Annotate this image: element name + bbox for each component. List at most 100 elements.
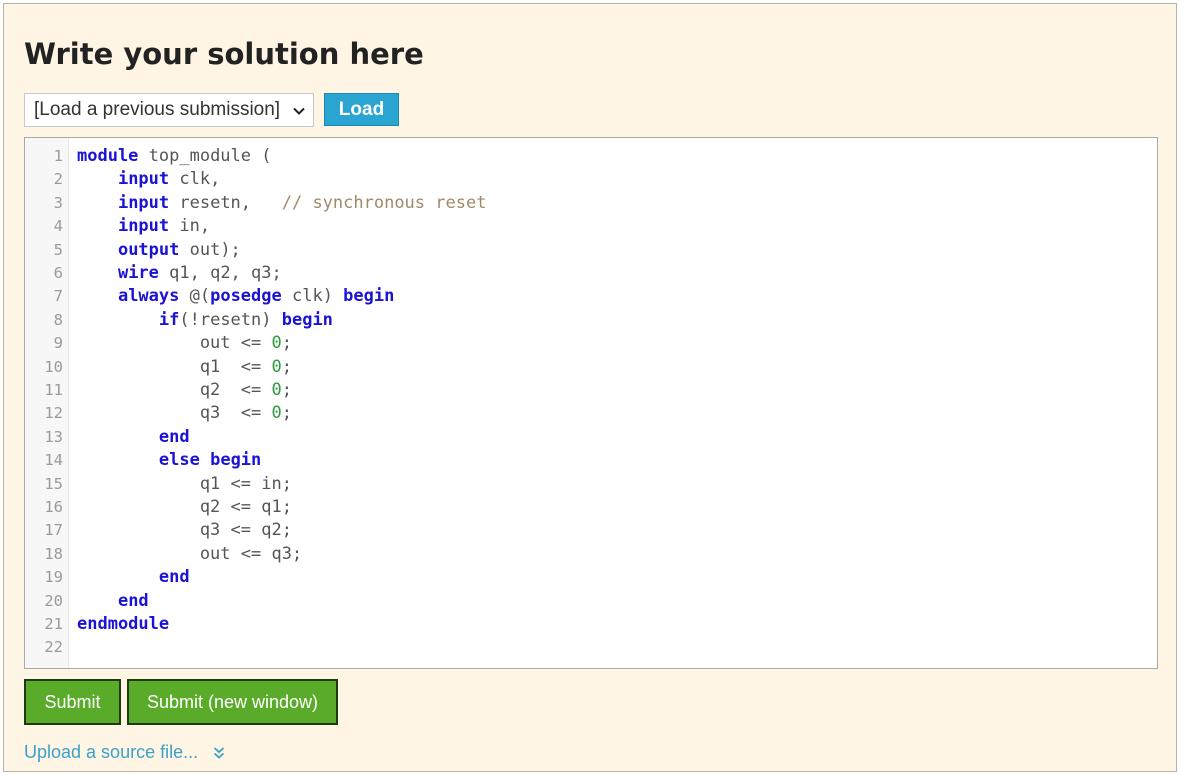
code-token: 0 [271, 333, 282, 354]
line-number: 14 [44, 451, 63, 470]
previous-submission-select-value: [Load a previous submission] [34, 99, 281, 120]
code-token: q1 <= [77, 356, 272, 377]
code-line: q3 <= q2; [77, 519, 292, 542]
code-line: out <= q3; [77, 543, 302, 566]
line-number: 17 [44, 521, 63, 540]
code-token: always [117, 286, 180, 307]
previous-submission-select[interactable]: [Load a previous submission] [24, 93, 314, 127]
line-number: 9 [53, 334, 63, 353]
line-number: 16 [44, 498, 63, 516]
code-line: input resetn, // synchronous reset [77, 192, 486, 215]
code-token: else [158, 450, 200, 471]
code-token: in, [169, 216, 211, 237]
load-button[interactable]: Load [324, 93, 399, 126]
line-number: 12 [44, 404, 63, 423]
code-line: end [77, 590, 149, 613]
code-token: top_module ( [138, 146, 272, 166]
code-token: q1 <= in; [77, 473, 292, 494]
code-token: q3 <= [77, 403, 272, 424]
code-line: output out); [77, 239, 241, 262]
line-number: 8 [53, 310, 63, 329]
solution-panel: Write your solution here [Load a previou… [3, 3, 1177, 772]
chevron-down-icon [293, 107, 305, 115]
code-token: input [117, 169, 170, 190]
code-line: always @(posedge clk) begin [77, 285, 394, 308]
code-line: q1 <= in; [77, 473, 292, 496]
code-token: ; [281, 403, 292, 424]
code-token: q3 <= q2; [77, 520, 292, 541]
code-token: module [77, 146, 139, 166]
code-line: out <= 0; [77, 332, 292, 355]
code-token: endmodule [77, 614, 170, 634]
line-number: 7 [53, 287, 63, 306]
code-token: clk) [281, 286, 344, 307]
code-token: 0 [271, 403, 282, 424]
line-number: 18 [44, 544, 63, 563]
submit-new-window-button[interactable]: Submit (new window) [127, 679, 338, 725]
code-token: q1, q2, q3; [158, 263, 282, 283]
code-line: module top_module ( [77, 145, 271, 168]
submit-button[interactable]: Submit [24, 679, 121, 725]
line-number-gutter: 1 2 3 4 5 6 7 8 9 10 11 12 13 14 15 16 17 18 19 20 21 22 [25, 138, 69, 668]
code-line: q2 <= q1; [77, 496, 292, 519]
code-token: out <= q3; [77, 543, 303, 564]
code-token: ; [281, 333, 292, 354]
line-number: 1 [53, 147, 63, 165]
code-token: resetn, [169, 192, 282, 213]
line-number: 20 [44, 591, 63, 610]
code-token: end [158, 567, 190, 588]
code-token: posedge [210, 286, 282, 307]
code-token: input [117, 216, 170, 237]
line-number: 2 [53, 170, 63, 189]
code-area[interactable]: module top_module ( input clk, input res… [77, 138, 1157, 668]
code-token: begin [343, 286, 395, 307]
line-number: 13 [44, 427, 63, 446]
code-line: end [77, 426, 190, 449]
page-title: Write your solution here [24, 37, 424, 71]
code-token: q2 <= [77, 380, 272, 400]
code-line: end [77, 566, 190, 589]
code-token: end [158, 426, 190, 447]
line-number: 6 [53, 264, 63, 282]
code-line: input in, [77, 215, 210, 238]
line-number: 11 [44, 381, 63, 399]
line-number: 5 [53, 240, 63, 259]
code-token: (!resetn) [179, 309, 282, 330]
code-line: input clk, [77, 168, 220, 191]
code-line: endmodule [77, 613, 169, 636]
code-token: // synchronous reset [281, 192, 487, 213]
code-editor[interactable]: 1 2 3 4 5 6 7 8 9 10 11 12 13 14 15 16 17 18 19 20 21 22 modu… [24, 137, 1158, 669]
upload-source-link[interactable]: Upload a source file... [24, 740, 225, 764]
code-token: out <= [77, 333, 272, 354]
code-token: out); [179, 239, 241, 260]
line-number: 21 [44, 615, 63, 633]
line-number: 15 [44, 474, 63, 493]
code-token: if [158, 309, 180, 330]
line-number: 10 [44, 357, 63, 376]
upload-source-label: Upload a source file... [24, 742, 199, 762]
code-line: q3 <= 0; [77, 402, 292, 425]
line-number: 22 [44, 638, 63, 657]
code-line: if(!resetn) begin [77, 309, 333, 332]
code-line: q1 <= 0; [77, 356, 292, 379]
code-token: output [117, 239, 180, 260]
line-number: 3 [53, 193, 63, 212]
code-token: 0 [271, 356, 282, 377]
code-token: input [117, 192, 170, 213]
code-line: else begin [77, 449, 261, 472]
code-line: wire q1, q2, q3; [77, 262, 282, 285]
code-token: 0 [271, 380, 282, 400]
code-token: @( [179, 286, 211, 307]
code-token: ; [281, 380, 292, 400]
